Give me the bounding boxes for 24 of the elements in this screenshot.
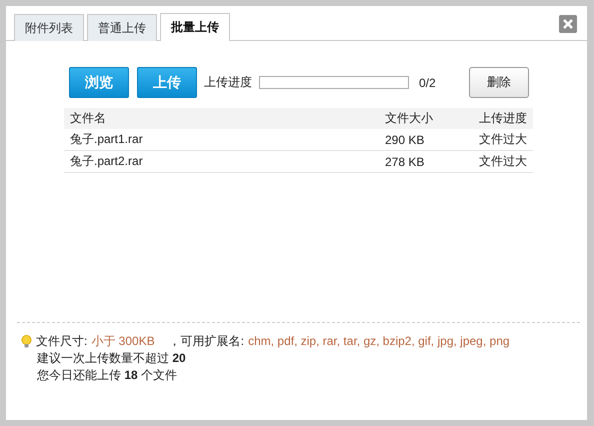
tab[interactable]: 普通上传: [87, 14, 157, 41]
tab[interactable]: 附件列表: [14, 14, 84, 41]
lightbulb-icon: [21, 335, 32, 348]
progress-label: 上传进度: [204, 74, 252, 91]
table-cell: 兔子.part1.rar: [64, 129, 379, 150]
extension-label: ，可用扩展名:: [168, 333, 244, 350]
close-icon: [563, 19, 573, 29]
table-cell: 文件过大: [471, 150, 533, 172]
note-text: 建议一次上传数量不超过 20: [36, 350, 187, 367]
progress-count: 0/2: [419, 76, 436, 90]
size-label: 文件尺寸:: [36, 333, 88, 350]
column-header: 文件名: [64, 108, 379, 129]
delete-button[interactable]: 删除: [469, 67, 529, 98]
extension-list: chm, pdf, zip, rar, tar, gz, bzip2, gif, jpg, jpeg, png: [248, 333, 510, 350]
note-text: 您今日还能上传 18 个文件: [36, 367, 178, 384]
table-cell: 278 KB: [379, 150, 471, 172]
size-limit: 小于 300KB: [91, 333, 155, 350]
tab[interactable]: 批量上传: [160, 13, 230, 41]
column-header: 文件大小: [379, 108, 471, 129]
table-cell: 兔子.part2.rar: [64, 150, 379, 172]
table-cell: 290 KB: [379, 129, 471, 150]
table-cell: 文件过大: [471, 129, 533, 150]
close-button[interactable]: [559, 15, 577, 33]
column-header: 上传进度: [471, 108, 533, 129]
